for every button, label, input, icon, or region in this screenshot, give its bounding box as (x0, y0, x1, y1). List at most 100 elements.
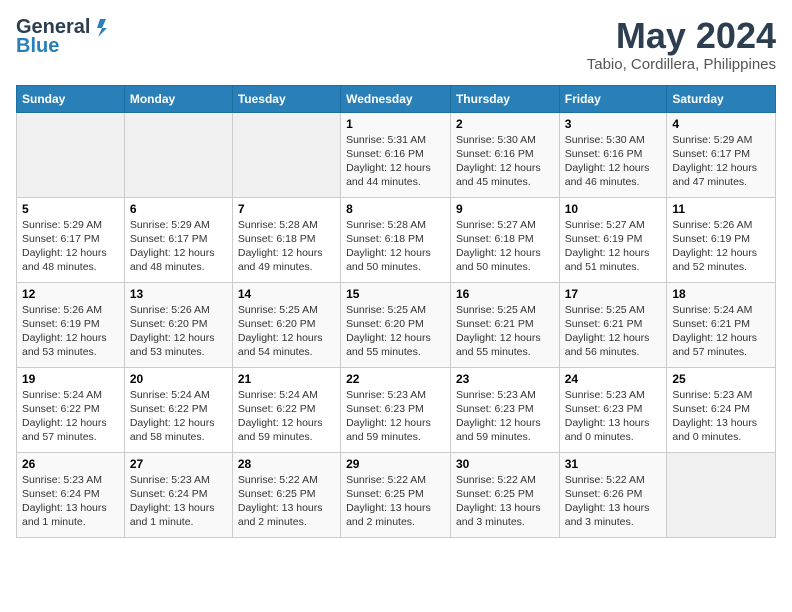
calendar-cell: 21Sunrise: 5:24 AM Sunset: 6:22 PM Dayli… (232, 367, 340, 452)
calendar-cell: 20 Sunrise: 5:24 AM Sunset: 6:22 PM Dayli… (124, 367, 232, 452)
day-number: 4 (672, 117, 770, 131)
day-number: 25 (672, 372, 770, 386)
calendar-cell: 12Sunrise: 5:26 AM Sunset: 6:19 PM Dayli… (17, 282, 125, 367)
day-number: 1 (346, 117, 445, 131)
calendar-table: SundayMondayTuesdayWednesdayThursdayFrid… (16, 85, 776, 538)
day-number: 12 (22, 287, 119, 301)
day-number: 19 (22, 372, 119, 386)
day-number: 2 (456, 117, 554, 131)
day-info: Sunrise: 5:23 AM Sunset: 6:23 PM Dayligh… (456, 388, 554, 445)
day-header-sunday: Sunday (17, 85, 125, 112)
page-header: General Blue May 2024 Tabio, Cordillera,… (16, 16, 776, 73)
day-number: 8 (346, 202, 445, 216)
day-number: 17 (565, 287, 662, 301)
day-number: 28 (238, 457, 335, 471)
day-header-wednesday: Wednesday (341, 85, 451, 112)
day-info: Sunrise: 5:28 AM Sunset: 6:18 PM Dayligh… (346, 218, 445, 275)
title-block: May 2024 Tabio, Cordillera, Philippines (587, 16, 776, 73)
day-number: 18 (672, 287, 770, 301)
calendar-cell: 9 Sunrise: 5:27 AM Sunset: 6:18 PM Daylig… (450, 197, 559, 282)
calendar-cell: 19 Sunrise: 5:24 AM Sunset: 6:22 PM Dayli… (17, 367, 125, 452)
day-header-friday: Friday (559, 85, 667, 112)
day-number: 20 (130, 372, 227, 386)
day-info: Sunrise: 5:25 AM Sunset: 6:21 PM Dayligh… (456, 303, 554, 360)
calendar-cell: 28 Sunrise: 5:22 AM Sunset: 6:25 PM Dayli… (232, 452, 340, 537)
calendar-cell (667, 452, 776, 537)
month-title: May 2024 (587, 16, 776, 56)
day-number: 26 (22, 457, 119, 471)
calendar-cell: 16 Sunrise: 5:25 AM Sunset: 6:21 PM Dayli… (450, 282, 559, 367)
calendar-cell: 18 Sunrise: 5:24 AM Sunset: 6:21 PM Dayli… (667, 282, 776, 367)
day-header-tuesday: Tuesday (232, 85, 340, 112)
day-info: Sunrise: 5:22 AM Sunset: 6:25 PM Dayligh… (456, 473, 554, 530)
calendar-cell: 7 Sunrise: 5:28 AM Sunset: 6:18 PM Daylig… (232, 197, 340, 282)
day-info: Sunrise: 5:30 AM Sunset: 6:16 PM Dayligh… (565, 133, 662, 190)
day-number: 24 (565, 372, 662, 386)
day-number: 13 (130, 287, 227, 301)
week-row-4: 19 Sunrise: 5:24 AM Sunset: 6:22 PM Dayli… (17, 367, 776, 452)
calendar-cell: 1 Sunrise: 5:31 AM Sunset: 6:16 PM Daylig… (341, 112, 451, 197)
calendar-cell: 5 Sunrise: 5:29 AM Sunset: 6:17 PM Daylig… (17, 197, 125, 282)
week-row-3: 12Sunrise: 5:26 AM Sunset: 6:19 PM Dayli… (17, 282, 776, 367)
day-number: 9 (456, 202, 554, 216)
day-info: Sunrise: 5:23 AM Sunset: 6:23 PM Dayligh… (346, 388, 445, 445)
day-info: Sunrise: 5:26 AM Sunset: 6:19 PM Dayligh… (672, 218, 770, 275)
day-number: 21 (238, 372, 335, 386)
calendar-cell: 17Sunrise: 5:25 AM Sunset: 6:21 PM Dayli… (559, 282, 667, 367)
day-info: Sunrise: 5:27 AM Sunset: 6:18 PM Dayligh… (456, 218, 554, 275)
day-info: Sunrise: 5:25 AM Sunset: 6:20 PM Dayligh… (346, 303, 445, 360)
day-info: Sunrise: 5:22 AM Sunset: 6:25 PM Dayligh… (238, 473, 335, 530)
day-number: 31 (565, 457, 662, 471)
day-header-saturday: Saturday (667, 85, 776, 112)
calendar-cell (124, 112, 232, 197)
calendar-cell: 15Sunrise: 5:25 AM Sunset: 6:20 PM Dayli… (341, 282, 451, 367)
day-number: 30 (456, 457, 554, 471)
day-number: 6 (130, 202, 227, 216)
day-info: Sunrise: 5:29 AM Sunset: 6:17 PM Dayligh… (130, 218, 227, 275)
day-info: Sunrise: 5:24 AM Sunset: 6:21 PM Dayligh… (672, 303, 770, 360)
day-number: 7 (238, 202, 335, 216)
day-number: 5 (22, 202, 119, 216)
day-info: Sunrise: 5:31 AM Sunset: 6:16 PM Dayligh… (346, 133, 445, 190)
week-row-2: 5 Sunrise: 5:29 AM Sunset: 6:17 PM Daylig… (17, 197, 776, 282)
calendar-cell: 10 Sunrise: 5:27 AM Sunset: 6:19 PM Dayli… (559, 197, 667, 282)
day-info: Sunrise: 5:28 AM Sunset: 6:18 PM Dayligh… (238, 218, 335, 275)
calendar-cell: 23 Sunrise: 5:23 AM Sunset: 6:23 PM Dayli… (450, 367, 559, 452)
day-info: Sunrise: 5:24 AM Sunset: 6:22 PM Dayligh… (22, 388, 119, 445)
day-info: Sunrise: 5:23 AM Sunset: 6:24 PM Dayligh… (130, 473, 227, 530)
day-number: 3 (565, 117, 662, 131)
logo: General Blue (16, 16, 114, 58)
calendar-cell: 6 Sunrise: 5:29 AM Sunset: 6:17 PM Daylig… (124, 197, 232, 282)
calendar-cell: 27Sunrise: 5:23 AM Sunset: 6:24 PM Dayli… (124, 452, 232, 537)
calendar-cell: 8 Sunrise: 5:28 AM Sunset: 6:18 PM Daylig… (341, 197, 451, 282)
week-row-5: 26 Sunrise: 5:23 AM Sunset: 6:24 PM Dayli… (17, 452, 776, 537)
day-info: Sunrise: 5:23 AM Sunset: 6:24 PM Dayligh… (672, 388, 770, 445)
day-info: Sunrise: 5:30 AM Sunset: 6:16 PM Dayligh… (456, 133, 554, 190)
day-info: Sunrise: 5:22 AM Sunset: 6:26 PM Dayligh… (565, 473, 662, 530)
day-info: Sunrise: 5:22 AM Sunset: 6:25 PM Dayligh… (346, 473, 445, 530)
day-number: 11 (672, 202, 770, 216)
calendar-cell: 4Sunrise: 5:29 AM Sunset: 6:17 PM Daylig… (667, 112, 776, 197)
calendar-cell: 30 Sunrise: 5:22 AM Sunset: 6:25 PM Dayli… (450, 452, 559, 537)
day-number: 16 (456, 287, 554, 301)
day-info: Sunrise: 5:23 AM Sunset: 6:23 PM Dayligh… (565, 388, 662, 445)
day-number: 10 (565, 202, 662, 216)
day-header-monday: Monday (124, 85, 232, 112)
day-number: 29 (346, 457, 445, 471)
day-info: Sunrise: 5:27 AM Sunset: 6:19 PM Dayligh… (565, 218, 662, 275)
day-number: 22 (346, 372, 445, 386)
day-number: 23 (456, 372, 554, 386)
calendar-cell: 14Sunrise: 5:25 AM Sunset: 6:20 PM Dayli… (232, 282, 340, 367)
calendar-cell: 24 Sunrise: 5:23 AM Sunset: 6:23 PM Dayli… (559, 367, 667, 452)
calendar-cell: 22 Sunrise: 5:23 AM Sunset: 6:23 PM Dayli… (341, 367, 451, 452)
calendar-cell (232, 112, 340, 197)
calendar-cell: 25 Sunrise: 5:23 AM Sunset: 6:24 PM Dayli… (667, 367, 776, 452)
day-info: Sunrise: 5:26 AM Sunset: 6:20 PM Dayligh… (130, 303, 227, 360)
day-number: 14 (238, 287, 335, 301)
day-info: Sunrise: 5:29 AM Sunset: 6:17 PM Dayligh… (22, 218, 119, 275)
calendar-cell: 3 Sunrise: 5:30 AM Sunset: 6:16 PM Daylig… (559, 112, 667, 197)
calendar-cell (17, 112, 125, 197)
location: Tabio, Cordillera, Philippines (587, 56, 776, 73)
day-info: Sunrise: 5:24 AM Sunset: 6:22 PM Dayligh… (130, 388, 227, 445)
day-info: Sunrise: 5:23 AM Sunset: 6:24 PM Dayligh… (22, 473, 119, 530)
